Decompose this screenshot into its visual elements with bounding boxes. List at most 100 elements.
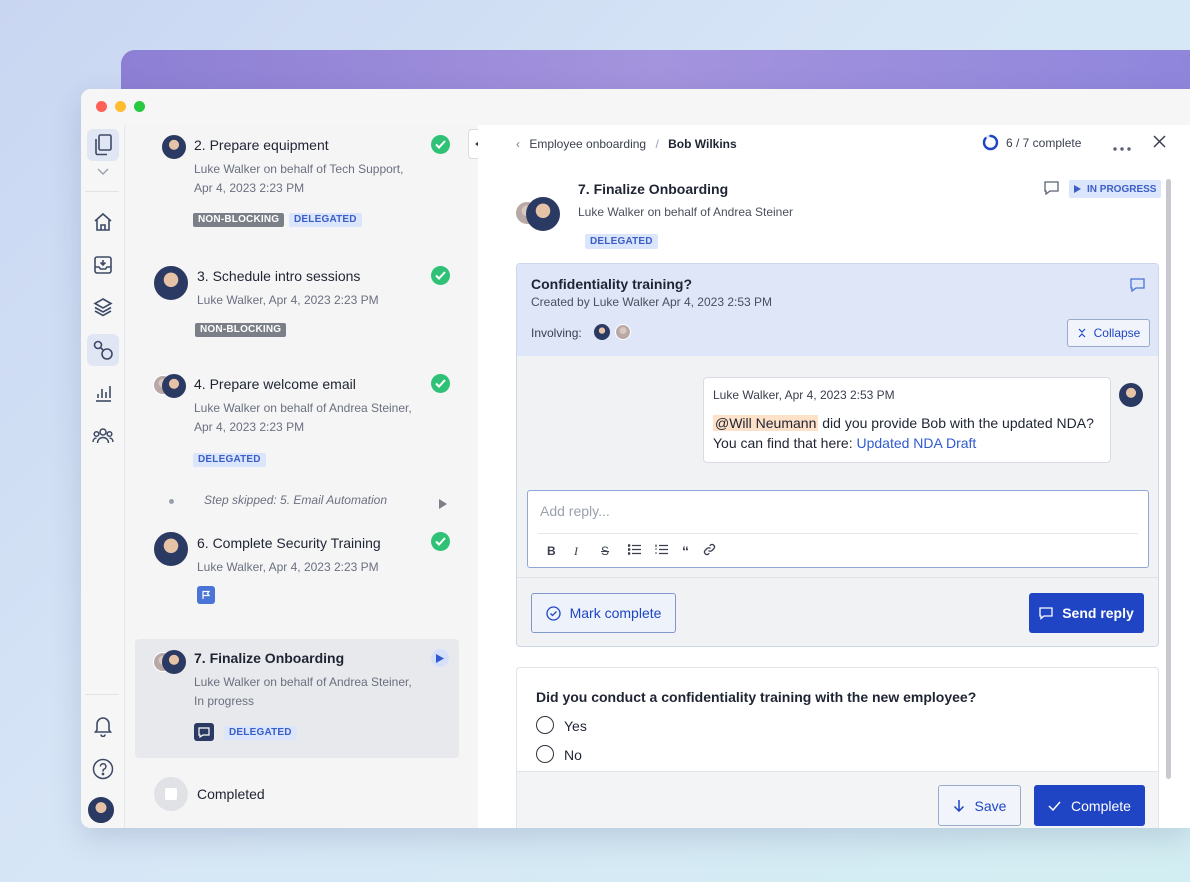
bold-icon[interactable]: B [547,544,560,558]
radio-yes[interactable] [536,716,554,734]
thread-divider [517,577,1158,578]
comment-thread: Confidentiality training? Created by Luk… [516,263,1159,647]
reports-icon[interactable] [87,377,119,409]
option-yes-label[interactable]: Yes [564,718,587,734]
people-icon[interactable] [87,420,119,452]
app-window: 2. Prepare equipment Luke Walker on beha… [81,89,1190,828]
step-title: 2. Prepare equipment [194,137,329,153]
completed-step-item: Completed [135,770,459,811]
close-window-button[interactable] [96,101,107,112]
comment-icon [194,723,214,741]
minimize-window-button[interactable] [115,101,126,112]
send-reply-label: Send reply [1062,605,1134,621]
reply-placeholder: Add reply... [540,503,610,519]
inbox-icon[interactable] [87,249,119,281]
notifications-bell-icon[interactable] [87,710,119,742]
assignee-avatar [162,374,186,398]
send-reply-button[interactable]: Send reply [1029,593,1144,633]
comment-bubble: Luke Walker, Apr 4, 2023 2:53 PM @Will N… [703,377,1111,463]
complete-check-icon [431,374,450,393]
thread-created: Created by Luke Walker Apr 4, 2023 2:53 … [531,295,773,309]
profile-avatar[interactable] [88,797,114,823]
left-rail [81,125,125,828]
workflows-icon[interactable] [87,334,119,366]
numbered-list-icon[interactable] [655,544,668,558]
task-title: 7. Finalize Onboarding [578,181,729,197]
complete-label: Complete [1071,797,1131,814]
skipped-step-item[interactable]: Step skipped: 5. Email Automation [135,489,459,513]
step-item[interactable]: 4. Prepare welcome email Luke Walker on … [135,361,459,467]
step-item-selected[interactable]: 7. Finalize Onboarding Luke Walker on be… [135,639,459,758]
save-label: Save [974,797,1007,814]
delegated-tag: DELEGATED [224,726,297,740]
quote-icon[interactable]: “ [682,543,689,559]
close-icon[interactable] [1153,135,1166,153]
mark-complete-button[interactable]: Mark complete [531,593,676,633]
question-text: Did you conduct a confidentiality traini… [536,689,977,705]
bullet-list-icon[interactable] [627,544,641,558]
assignee-avatar [526,197,560,231]
completed-stop-icon [154,777,188,811]
participant-avatar [615,324,631,340]
non-blocking-tag: NON-BLOCKING [193,213,285,227]
breadcrumb-parent-link[interactable]: Employee onboarding [529,137,646,151]
question-form: Did you conduct a confidentiality traini… [516,667,1159,828]
italic-icon[interactable]: I [574,544,587,559]
step-item[interactable]: 2. Prepare equipment Luke Walker on beha… [135,125,459,235]
task-meta: Luke Walker on behalf of Andrea Steiner [578,205,794,219]
step-title: 6. Complete Security Training [197,535,381,551]
thread-comment-icon[interactable] [1130,278,1145,297]
assignee-avatar [162,135,186,159]
save-button[interactable]: Save [938,785,1021,826]
home-icon[interactable] [87,206,119,238]
nda-draft-link[interactable]: Updated NDA Draft [856,435,976,451]
assignee-avatar [154,266,188,300]
completed-label: Completed [197,786,265,802]
step-title: 4. Prepare welcome email [194,376,356,392]
link-icon[interactable] [703,543,716,559]
complete-button[interactable]: Complete [1034,785,1145,826]
reply-editor[interactable]: Add reply... B I S “ [527,490,1149,568]
non-blocking-tag: NON-BLOCKING [195,323,287,337]
maximize-window-button[interactable] [134,101,145,112]
step-subtitle: Luke Walker on behalf of Tech Support, A… [194,162,404,195]
radio-no[interactable] [536,745,554,763]
step-item[interactable]: 3. Schedule intro sessions Luke Walker, … [135,253,459,348]
assignee-avatar [162,650,186,674]
step-title: 7. Finalize Onboarding [194,650,345,666]
expand-arrow-icon[interactable] [439,496,447,514]
mention-chip[interactable]: @Will Neumann [713,415,819,431]
documents-icon[interactable] [87,129,119,161]
assignee-avatar [154,532,188,566]
complete-check-icon [431,135,450,154]
status-badge-label: IN PROGRESS [1087,183,1157,195]
comment-text: did you provide Bob with the updated NDA… [818,415,1094,431]
skipped-bullet [169,499,174,504]
strikethrough-icon[interactable]: S [601,544,614,558]
chevron-left-icon[interactable]: ‹ [516,137,520,151]
chevron-down-icon[interactable] [87,161,119,183]
step-title: 3. Schedule intro sessions [197,268,361,284]
collapse-thread-button[interactable]: Collapse [1067,319,1150,347]
step-subtitle: Luke Walker, Apr 4, 2023 2:23 PM [197,293,379,307]
rail-divider [85,191,119,192]
scrollbar[interactable] [1166,179,1171,779]
collapse-label: Collapse [1093,326,1141,340]
status-badge: IN PROGRESS [1069,180,1162,198]
delegated-tag: DELEGATED [585,234,658,249]
window-titlebar [81,89,1190,125]
editor-divider [538,533,1138,534]
skipped-step-label: Step skipped: 5. Email Automation [204,493,387,507]
step-subtitle: Luke Walker on behalf of Andrea Steiner,… [194,675,412,708]
in-progress-play-icon [431,649,449,667]
breadcrumb-separator: / [655,137,659,151]
help-icon[interactable] [87,753,119,785]
delegated-tag: DELEGATED [193,453,266,467]
step-item[interactable]: 6. Complete Security Training Luke Walke… [135,532,459,627]
option-no-label[interactable]: No [564,747,582,763]
more-options-icon[interactable] [1113,138,1131,156]
delegated-tag: DELEGATED [289,213,362,227]
comment-icon[interactable] [1044,181,1059,200]
breadcrumb: ‹ Employee onboarding / Bob Wilkins [516,137,737,151]
layers-icon[interactable] [87,291,119,323]
